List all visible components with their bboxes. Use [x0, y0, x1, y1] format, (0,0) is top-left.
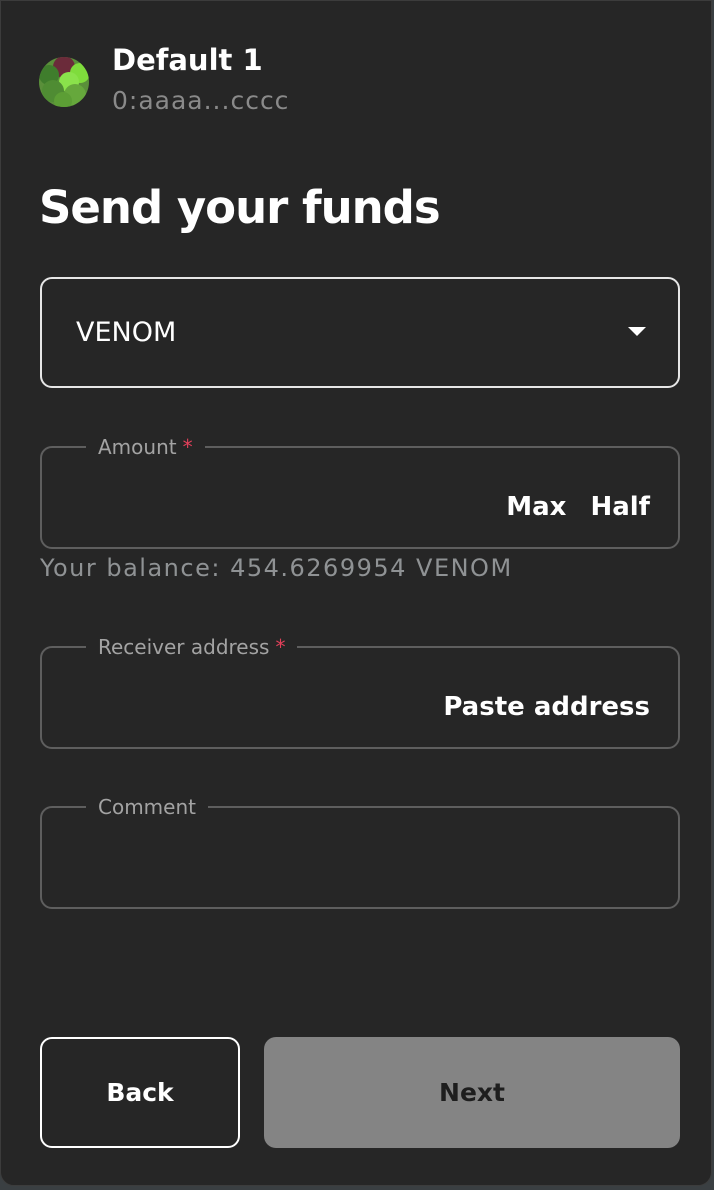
amount-actions: Max Half — [506, 489, 650, 525]
max-button[interactable]: Max — [506, 489, 566, 525]
required-mark: * — [275, 635, 286, 659]
next-button[interactable]: Next — [264, 1037, 680, 1148]
required-mark: * — [182, 435, 193, 459]
account-avatar — [39, 57, 89, 107]
balance-text: Your balance: 454.6269954 VENOM — [40, 554, 513, 582]
amount-label-text: Amount — [98, 435, 177, 459]
receiver-address-input[interactable] — [62, 689, 486, 735]
paste-address-button[interactable]: Paste address — [443, 689, 650, 725]
comment-field[interactable]: Comment — [40, 795, 680, 909]
back-button[interactable]: Back — [40, 1037, 240, 1148]
half-button[interactable]: Half — [590, 489, 650, 525]
chevron-down-icon — [628, 327, 646, 336]
comment-label: Comment — [98, 795, 196, 819]
token-select-value: VENOM — [76, 317, 177, 348]
receiver-address-field[interactable]: Receiver address * Paste address — [40, 635, 680, 749]
receiver-address-label: Receiver address * — [86, 635, 297, 659]
send-panel: Default 1 0:aaaa...cccc Send your funds … — [0, 0, 712, 1186]
account-name: Default 1 — [112, 43, 263, 77]
receiver-actions: Paste address — [443, 689, 650, 725]
token-select[interactable]: VENOM — [40, 277, 680, 388]
amount-field[interactable]: Amount * Max Half — [40, 435, 680, 549]
account-address: 0:aaaa...cccc — [112, 86, 290, 115]
comment-input[interactable] — [62, 849, 656, 895]
receiver-address-label-text: Receiver address — [98, 635, 270, 659]
amount-input[interactable] — [62, 489, 486, 535]
page-title: Send your funds — [39, 181, 441, 234]
amount-label: Amount * — [86, 435, 205, 459]
